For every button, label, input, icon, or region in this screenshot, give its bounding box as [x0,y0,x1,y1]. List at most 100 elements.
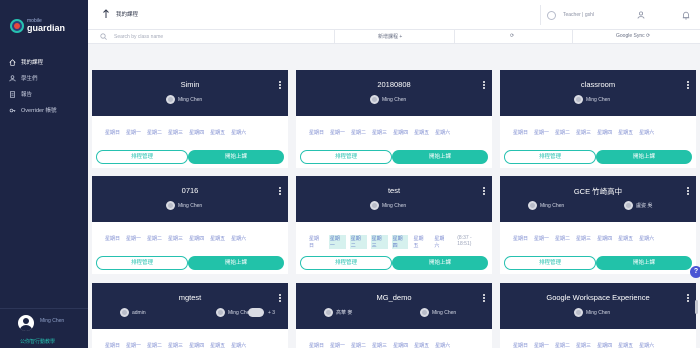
schedule-button[interactable]: 排程管理 [504,256,596,270]
avatar [120,308,129,317]
day-label: 星期二 [351,130,367,136]
avatar [370,201,379,210]
user-role: Teacher | gshl [563,12,595,18]
day-label: 星期四 [189,343,205,348]
class-card-header: classroom Ming Chen [500,70,696,116]
day-label: 星期一 [534,236,550,242]
class-title: test [387,186,401,195]
teacher-item: Ming Chen [574,95,610,104]
teacher-list: admin Ming Chen + 3 [92,308,288,318]
teacher-name: Ming Chen [586,96,611,103]
start-class-button[interactable]: 開始上課 [392,150,488,164]
search-icon [100,33,107,40]
card-actions: 排程管理 開始上課 [92,150,288,164]
more-teachers-pill [248,308,264,317]
day-label: 星期日 [513,343,529,348]
teacher-item: admin [120,308,146,317]
start-class-button[interactable]: 開始上課 [392,256,488,270]
page-title: 我的課程 [116,12,139,18]
mobile-guardian-logo[interactable]: mobile guardian [10,19,65,33]
schedule-button[interactable]: 排程管理 [300,150,392,164]
avatar [18,315,34,331]
back-icon[interactable] [102,9,110,19]
user-icon[interactable] [637,11,645,19]
avatar [166,95,175,104]
more-options-icon[interactable] [687,294,690,303]
schedule-button[interactable]: 排程管理 [96,256,188,270]
day-label: 星期三 [576,236,592,242]
class-card[interactable]: 20180808 Ming Chen 星期日 星期一 星期二 星期三 星期四 星期五 星期六 排程… [296,70,492,168]
class-card[interactable]: GCE 竹崎高中 Ming Chen 盧姿 吳星期日 星期一 星期二 星期三 星期四 星期五星… [500,176,696,274]
sidebar-user[interactable]: Ming Chen 公你智行動教學 [0,308,88,348]
start-class-button[interactable]: 開始上課 [596,150,692,164]
topbar: 我的課程 Teacher | gshl [88,0,700,30]
avatar [370,95,379,104]
day-label: 星期二 [147,130,163,136]
class-card[interactable]: Simin Ming Chen 星期日 星期一 星期二 星期三 星期四 星期五 星期六 排程管理開… [92,70,288,168]
class-card[interactable]: 0716 Ming Chen 星期日 星期一 星期二 星期三 星期四 星期五 星期六 排程管理 開始… [92,176,288,274]
teacher-name: Ming Chen [382,202,407,209]
sync-icon: ⟳ [646,33,651,39]
class-card-header: Google Workspace Experience Ming Chen [500,283,696,329]
day-label: 星期五 [414,343,430,348]
add-class-label: 新增課程 [378,34,399,40]
class-card[interactable]: classroom Ming Chen 星期日 星期一 星期二 星期三 星期四 星期五 星期六排… [500,70,696,168]
refresh-button[interactable]: ⟳ [510,33,514,39]
schedule-days: 星期日 星期一 星期二 星期三 星期四 星期五 星期六 [512,235,659,242]
day-label: 星期三 [370,235,388,249]
more-options-icon[interactable] [687,187,690,196]
sidebar-item-overrider[interactable]: Overrider 帳號 [0,102,88,118]
help-button[interactable]: ? [690,266,700,278]
scrollbar[interactable] [695,300,698,314]
start-class-button[interactable]: 開始上課 [596,256,692,270]
teacher-name: Ming Chen [586,309,611,316]
more-options-icon[interactable] [483,294,486,303]
teacher-list: Ming Chen [92,201,288,211]
user-menu[interactable]: Teacher | gshl [540,5,670,25]
day-label: 星期一 [330,343,346,348]
class-card[interactable]: test Ming Chen 星期日 星期一 星期二 星期三 星期四 星期五 星期六 (8:37 … [296,176,492,274]
day-label: 星期日 [309,130,325,136]
start-class-button[interactable]: 開始上課 [188,256,284,270]
schedule-button[interactable]: 排程管理 [300,256,392,270]
day-label: 星期四 [597,130,613,136]
more-options-icon[interactable] [687,81,690,90]
more-options-icon[interactable] [279,187,282,196]
teacher-item: 高華 麥 [324,308,352,317]
class-title: Simin [180,80,200,89]
schedule-button[interactable]: 排程管理 [504,150,596,164]
start-class-button[interactable]: 開始上課 [188,150,284,164]
avatar [166,201,175,210]
class-title: classroom [580,80,616,89]
plus-icon: + [399,34,403,40]
teacher-list: Ming Chen [296,95,492,105]
day-label: 星期六 [639,236,655,242]
day-label: 星期二 [147,343,163,348]
schedule-days: 星期日 星期一 星期二 星期三 星期四 星期五 星期六 [104,342,251,348]
class-card[interactable]: MG_demo 高華 麥 Ming Chen 星期日 星期一 星期二 星期三 星期四 星期五 星期… [296,283,492,348]
more-options-icon[interactable] [279,81,282,90]
teacher-list: 高華 麥 Ming Chen [296,308,492,318]
more-options-icon[interactable] [483,187,486,196]
add-class-button[interactable]: 新增課程 + [378,33,402,40]
day-label: 星期五 [210,236,226,242]
class-card[interactable]: Google Workspace Experience Ming Chen 星期日星… [500,283,696,348]
day-label: 星期五 [618,236,634,242]
sidebar-item-reports[interactable]: 報告 [0,86,88,102]
teacher-name: Ming Chen [432,309,457,316]
class-card-header: 0716 Ming Chen [92,176,288,222]
sidebar: mobile guardian 我的課程 學生們 報告 Overrider 帳號… [0,0,88,348]
more-options-icon[interactable] [279,294,282,303]
class-card[interactable]: mgtest admin Ming Chen + 3 星期日 星期一 星期二 星期三 星期四 星期… [92,283,288,348]
more-options-icon[interactable] [483,81,486,90]
schedule-days: 星期日 星期一 星期二 星期三 星期四 星期五 星期六 (8:37 - 18:51) [308,235,492,249]
schedule-button[interactable]: 排程管理 [96,150,188,164]
google-sync-button[interactable]: Google Sync ⟳ [616,33,650,39]
more-teachers[interactable]: + 3 [248,308,275,317]
sidebar-item-students[interactable]: 學生們 [0,70,88,86]
bell-icon[interactable] [682,11,690,20]
sidebar-item-my-classes[interactable]: 我的課程 [0,54,88,70]
day-label: 星期日 [105,343,121,348]
class-card-header: Simin Ming Chen [92,70,288,116]
search-input[interactable] [114,32,294,42]
